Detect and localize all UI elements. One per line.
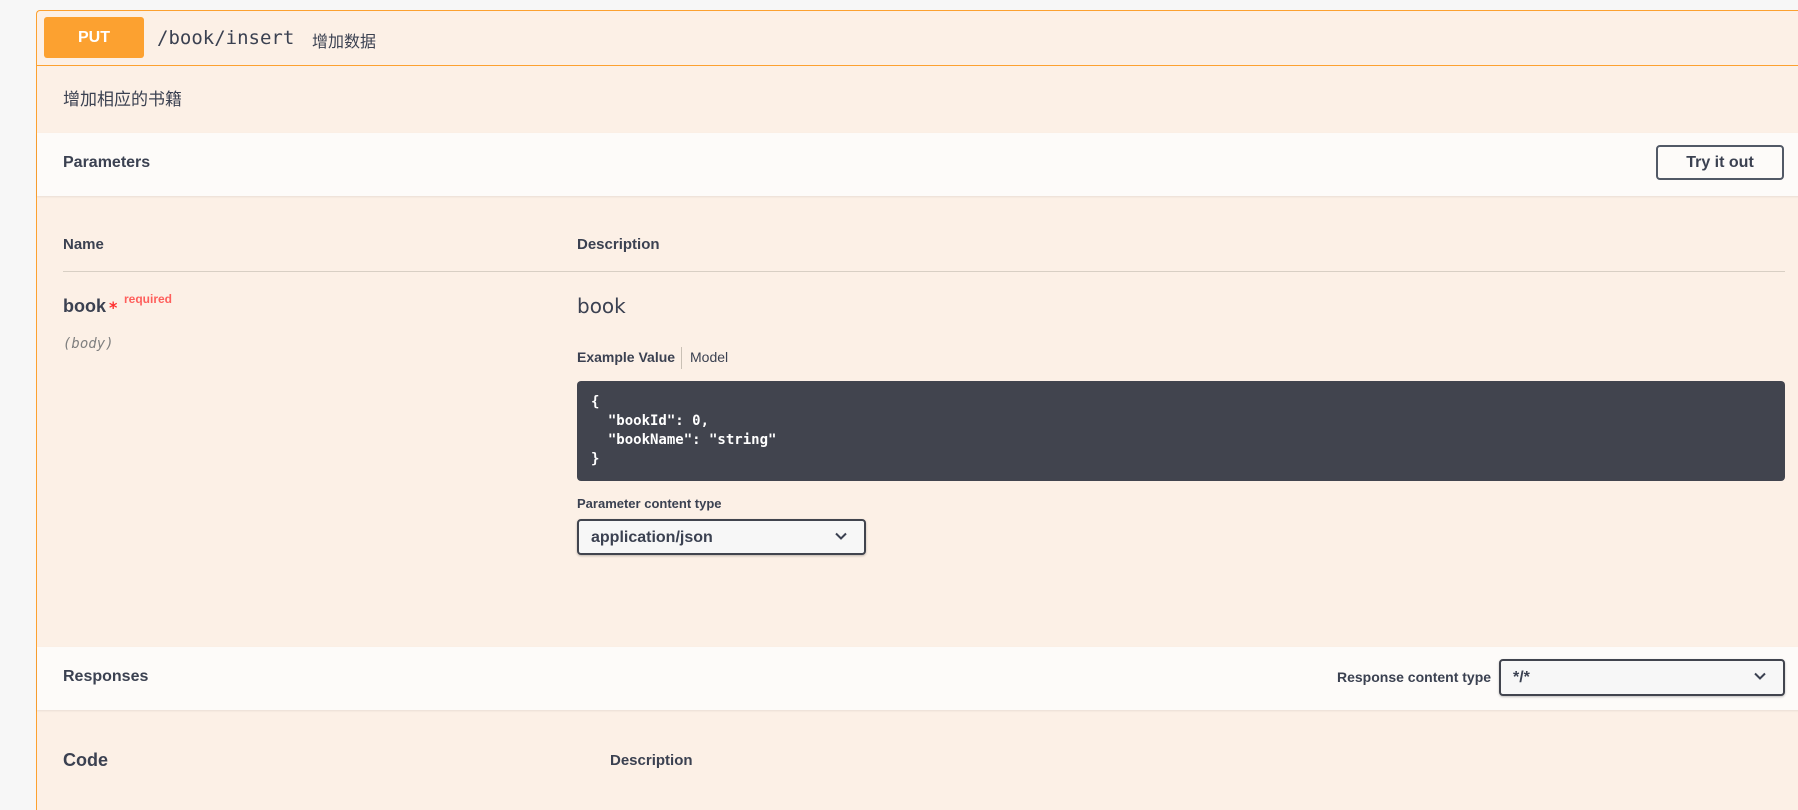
example-value-code[interactable]: { "bookId": 0, "bookName": "string" } <box>577 381 1785 481</box>
param-name: book <box>63 296 106 316</box>
response-col-description: Description <box>610 752 693 769</box>
chevron-down-icon <box>835 532 847 540</box>
operation-description: 增加相应的书籍 <box>63 90 182 110</box>
param-in: (body) <box>63 336 114 352</box>
response-content-type-select[interactable]: */* <box>1499 659 1785 696</box>
param-header-divider <box>63 271 1785 272</box>
tab-model[interactable]: Model <box>690 349 728 365</box>
responses-header: Responses Response content type */* <box>37 647 1798 710</box>
tab-separator <box>681 347 682 369</box>
operation-summary-text: 增加数据 <box>312 32 377 51</box>
method-badge: PUT <box>44 17 144 58</box>
operation-summary[interactable]: PUT /book/insert 增加数据 <box>37 11 1798 66</box>
responses-title: Responses <box>63 668 149 685</box>
response-content-type-label: Response content type <box>1337 669 1492 685</box>
param-content-type-label: Parameter content type <box>577 496 722 511</box>
tab-example-value[interactable]: Example Value <box>577 349 675 365</box>
param-description: book <box>577 294 626 318</box>
parameters-title: Parameters <box>63 154 151 171</box>
required-star: * <box>109 298 118 317</box>
param-col-name: Name <box>63 236 104 253</box>
parameters-header: Parameters Try it out <box>37 133 1798 196</box>
param-col-description: Description <box>577 236 660 253</box>
operation-block-put-book-insert: PUT /book/insert 增加数据 增加相应的书籍 Parameters… <box>36 10 1798 810</box>
response-col-code: Code <box>63 750 108 770</box>
chevron-down-icon <box>1754 672 1766 680</box>
param-content-type-select[interactable]: application/json <box>577 519 866 555</box>
operation-path: /book/insert <box>157 27 295 49</box>
response-content-type-value: */* <box>1513 669 1530 686</box>
try-it-out-button[interactable]: Try it out <box>1656 145 1784 180</box>
required-label: required <box>124 292 173 306</box>
param-content-type-value: application/json <box>591 529 713 546</box>
